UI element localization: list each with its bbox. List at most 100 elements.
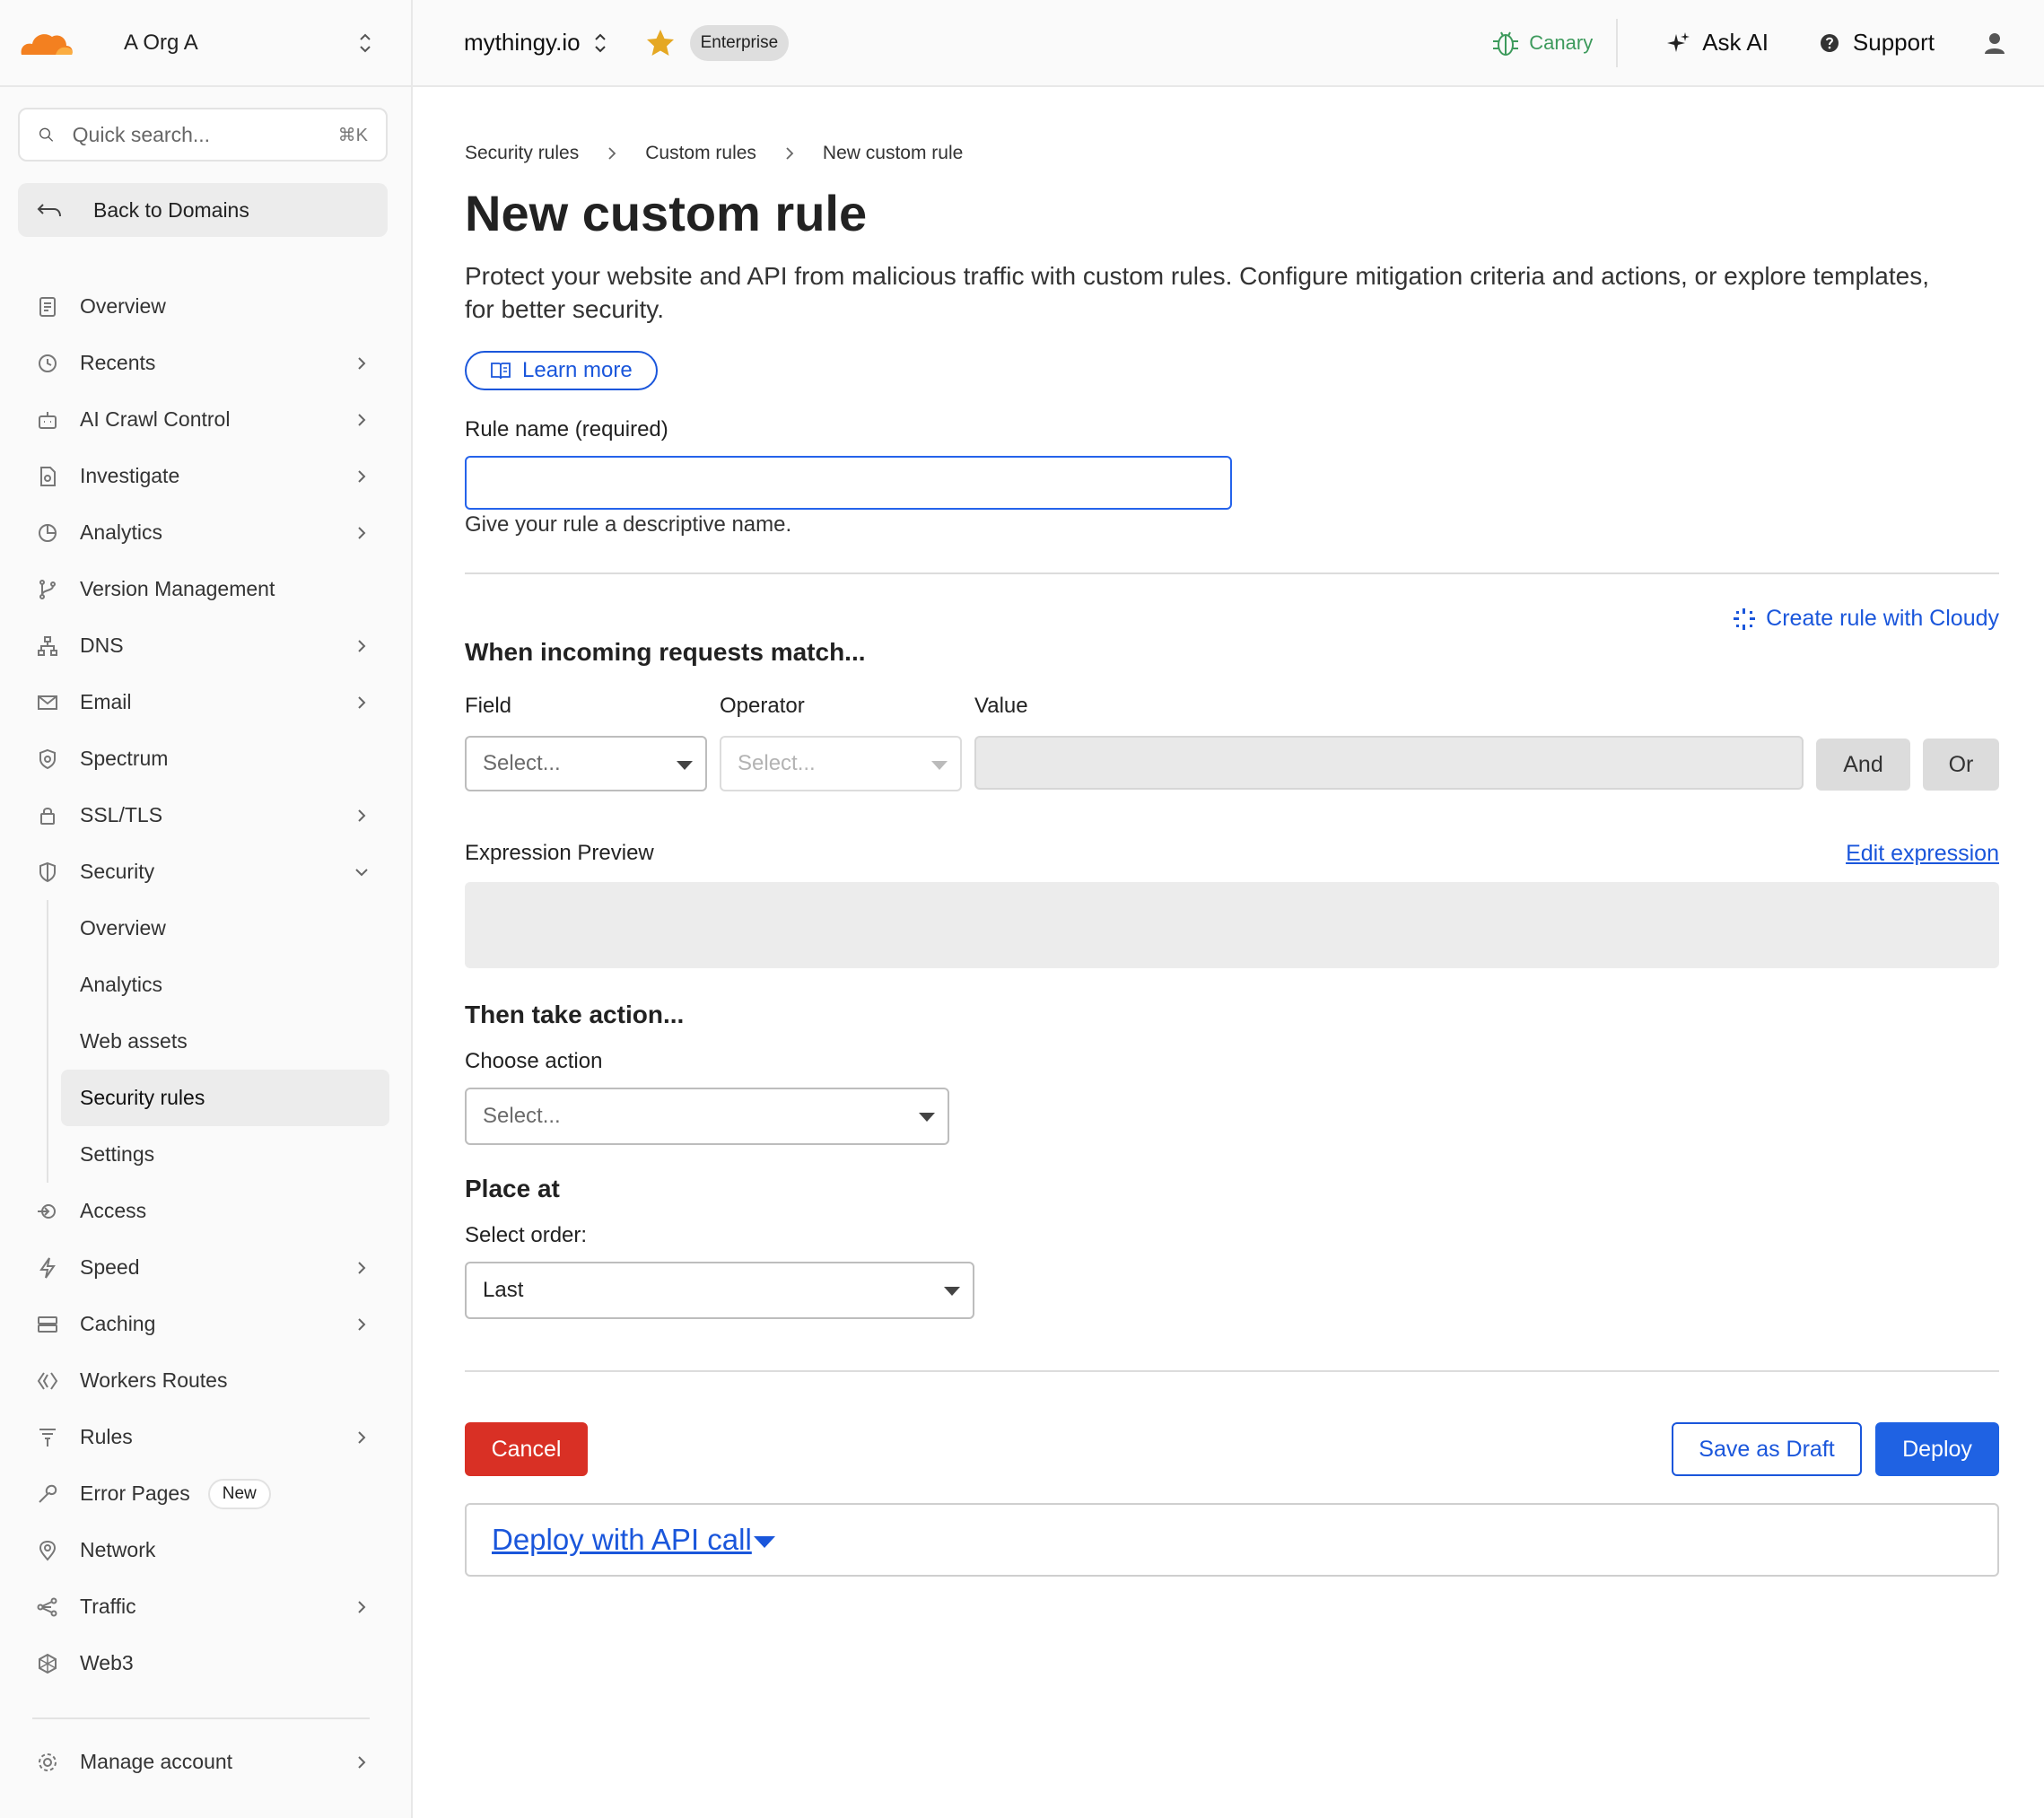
chevron-right-icon <box>358 809 366 822</box>
sidebar-item-error-pages[interactable]: Error Pages New <box>0 1465 413 1522</box>
deploy-button[interactable]: Deploy <box>1875 1422 1999 1476</box>
field-select[interactable]: Select... <box>465 736 707 791</box>
breadcrumb-custom-rules[interactable]: Custom rules <box>645 143 756 164</box>
sparkles-icon <box>1734 607 1756 630</box>
sidebar-item-investigate[interactable]: Investigate <box>0 448 413 504</box>
field-label: Field <box>465 694 512 718</box>
search-shortcut: ⌘K <box>337 125 368 145</box>
chevron-right-icon <box>358 1262 366 1274</box>
sidebar-item-security[interactable]: Security <box>0 843 413 900</box>
caret-down-icon[interactable] <box>753 1535 775 1548</box>
top-right-actions: Canary Ask AI Support <box>1491 0 2044 85</box>
shield-icon <box>39 861 56 882</box>
chevron-right-icon <box>358 1756 366 1769</box>
save-as-draft-button[interactable]: Save as Draft <box>1672 1422 1862 1476</box>
sidebar-item-web3[interactable]: Web3 <box>0 1635 413 1691</box>
git-branch-icon <box>39 579 56 599</box>
user-icon[interactable] <box>1981 30 2008 57</box>
and-button[interactable]: And <box>1816 739 1910 791</box>
quick-search[interactable]: ⌘K <box>18 108 388 162</box>
edit-expression-link[interactable]: Edit expression <box>1846 841 1999 867</box>
sidebar-item-traffic[interactable]: Traffic <box>0 1578 413 1635</box>
security-submenu: Overview Analytics Web assets Security r… <box>0 900 413 1183</box>
ask-ai-button[interactable]: Ask AI <box>1666 29 1769 57</box>
or-button[interactable]: Or <box>1923 739 1999 791</box>
sidebar-item-access[interactable]: Access <box>0 1183 413 1239</box>
sidebar-item-network[interactable]: Network <box>0 1522 413 1578</box>
cancel-button[interactable]: Cancel <box>465 1422 588 1476</box>
sidebar-subitem-settings[interactable]: Settings <box>0 1126 413 1183</box>
sidebar-item-spectrum[interactable]: Spectrum <box>0 730 413 787</box>
action-select[interactable]: Select... <box>465 1088 949 1145</box>
canary-indicator[interactable]: Canary <box>1491 18 1619 67</box>
domain-switcher[interactable]: mythingy.io <box>464 29 581 57</box>
envelope-icon <box>38 695 57 710</box>
sidebar-subitem-overview[interactable]: Overview <box>0 900 413 957</box>
rule-name-input[interactable] <box>465 456 1232 510</box>
value-input[interactable] <box>974 736 1804 790</box>
manage-account-section: Manage account <box>0 1734 413 1790</box>
operator-select[interactable]: Select... <box>720 736 962 791</box>
operator-label: Operator <box>720 694 805 718</box>
deploy-with-api-call-link[interactable]: Deploy with API call <box>492 1523 752 1557</box>
sidebar-item-analytics[interactable]: Analytics <box>0 504 413 561</box>
caret-down-icon <box>677 761 693 770</box>
back-arrow-icon <box>37 204 61 217</box>
learn-more-button[interactable]: Learn more <box>465 351 658 390</box>
sidebar-item-manage-account[interactable]: Manage account <box>0 1734 413 1790</box>
sidebar-item-workers-routes[interactable]: Workers Routes <box>0 1352 413 1409</box>
new-badge: New <box>207 1478 271 1509</box>
breadcrumb-security-rules[interactable]: Security rules <box>465 143 579 164</box>
page-title: New custom rule <box>465 185 868 241</box>
search-input[interactable] <box>72 122 338 147</box>
sidebar-item-ai-crawl-control[interactable]: AI Crawl Control <box>0 391 413 448</box>
chevron-updown-icon[interactable] <box>591 30 609 57</box>
back-to-domains-button[interactable]: Back to Domains <box>18 183 388 237</box>
org-switcher[interactable]: A Org A <box>0 0 411 87</box>
sidebar-subitem-security-rules[interactable]: Security rules <box>61 1070 389 1126</box>
breadcrumb-current: New custom rule <box>822 143 964 163</box>
bug-icon <box>1493 31 1519 56</box>
network-tree-icon <box>38 635 57 656</box>
select-order-label: Select order: <box>465 1223 588 1247</box>
shield-gear-icon <box>39 748 56 769</box>
workers-icon <box>37 1371 58 1390</box>
chevron-updown-icon <box>360 33 371 52</box>
sidebar-subitem-analytics[interactable]: Analytics <box>0 957 413 1013</box>
sidebar-item-rules[interactable]: Rules <box>0 1409 413 1465</box>
org-name: A Org A <box>124 30 198 55</box>
section-divider <box>465 1370 1999 1372</box>
chevron-right-icon <box>786 147 794 160</box>
sidebar-item-recents[interactable]: Recents <box>0 335 413 391</box>
sidebar-item-caching[interactable]: Caching <box>0 1296 413 1352</box>
order-select[interactable]: Last <box>465 1262 974 1319</box>
document-icon <box>39 296 56 317</box>
choose-action-label: Choose action <box>465 1049 603 1073</box>
location-pin-icon <box>39 1540 57 1561</box>
breadcrumb: Security rules Custom rules New custom r… <box>465 143 963 164</box>
sidebar-subitem-web-assets[interactable]: Web assets <box>0 1013 413 1070</box>
sparkle-icon <box>1667 31 1690 52</box>
star-icon[interactable] <box>645 28 676 58</box>
chevron-right-icon <box>358 1601 366 1613</box>
sidebar-divider <box>32 1717 370 1719</box>
lightning-icon <box>39 1256 56 1279</box>
create-rule-with-cloudy-link[interactable]: Create rule with Cloudy <box>1732 606 1999 632</box>
sidebar-item-speed[interactable]: Speed <box>0 1239 413 1296</box>
sidebar-item-email[interactable]: Email <box>0 674 413 730</box>
caret-down-icon <box>931 761 948 770</box>
share-nodes-icon <box>37 1597 57 1616</box>
chevron-right-icon <box>358 527 366 539</box>
wrench-icon <box>39 1484 57 1503</box>
sidebar-item-overview[interactable]: Overview <box>0 278 413 335</box>
robot-icon <box>39 411 57 429</box>
support-button[interactable]: Support <box>1817 29 1935 57</box>
plan-badge: Enterprise <box>689 24 790 61</box>
history-icon <box>39 354 57 372</box>
file-search-icon <box>40 466 56 486</box>
access-icon <box>38 1203 56 1219</box>
sidebar-item-ssl-tls[interactable]: SSL/TLS <box>0 787 413 843</box>
action-heading: Then take action... <box>465 1001 685 1028</box>
sidebar-item-version-management[interactable]: Version Management <box>0 561 413 617</box>
sidebar-item-dns[interactable]: DNS <box>0 617 413 674</box>
